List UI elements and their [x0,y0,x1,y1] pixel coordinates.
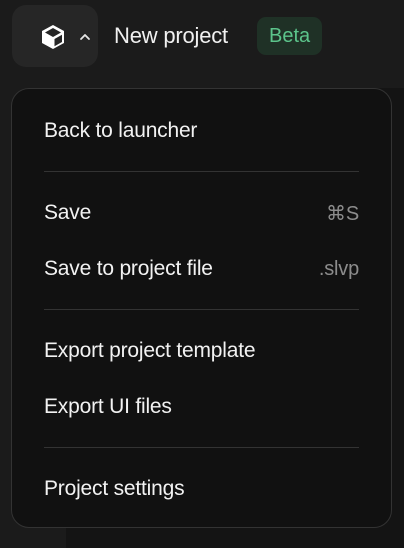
menu-item-label: Save [44,201,92,224]
top-bar: New project Beta [0,0,404,74]
file-extension-hint: .slvp [318,257,359,280]
menu-item-back-to-launcher[interactable]: Back to launcher [44,111,359,151]
menu-item-project-settings[interactable]: Project settings [44,469,359,509]
menu-item-label: Back to launcher [44,119,198,142]
menu-divider [44,447,359,448]
menu-item-export-ui-files[interactable]: Export UI files [44,387,359,427]
menu-item-save-to-project-file[interactable]: Save to project file .slvp [44,249,359,289]
menu-item-export-project-template[interactable]: Export project template [44,331,359,371]
project-title[interactable]: New project [114,21,228,51]
app-menu-button[interactable] [12,5,98,67]
menu-item-label: Save to project file [44,257,213,280]
project-menu: Back to launcher Save ⌘S Save to project… [11,88,392,528]
menu-item-label: Export project template [44,339,256,362]
menu-divider [44,309,359,310]
menu-item-label: Project settings [44,477,185,500]
save-shortcut: ⌘S [326,202,359,225]
chevron-up-icon [80,34,90,40]
cube-logo-icon [42,25,64,49]
menu-divider [44,171,359,172]
menu-item-label: Export UI files [44,395,172,418]
menu-item-save[interactable]: Save ⌘S [44,193,359,233]
beta-badge: Beta [257,17,323,55]
